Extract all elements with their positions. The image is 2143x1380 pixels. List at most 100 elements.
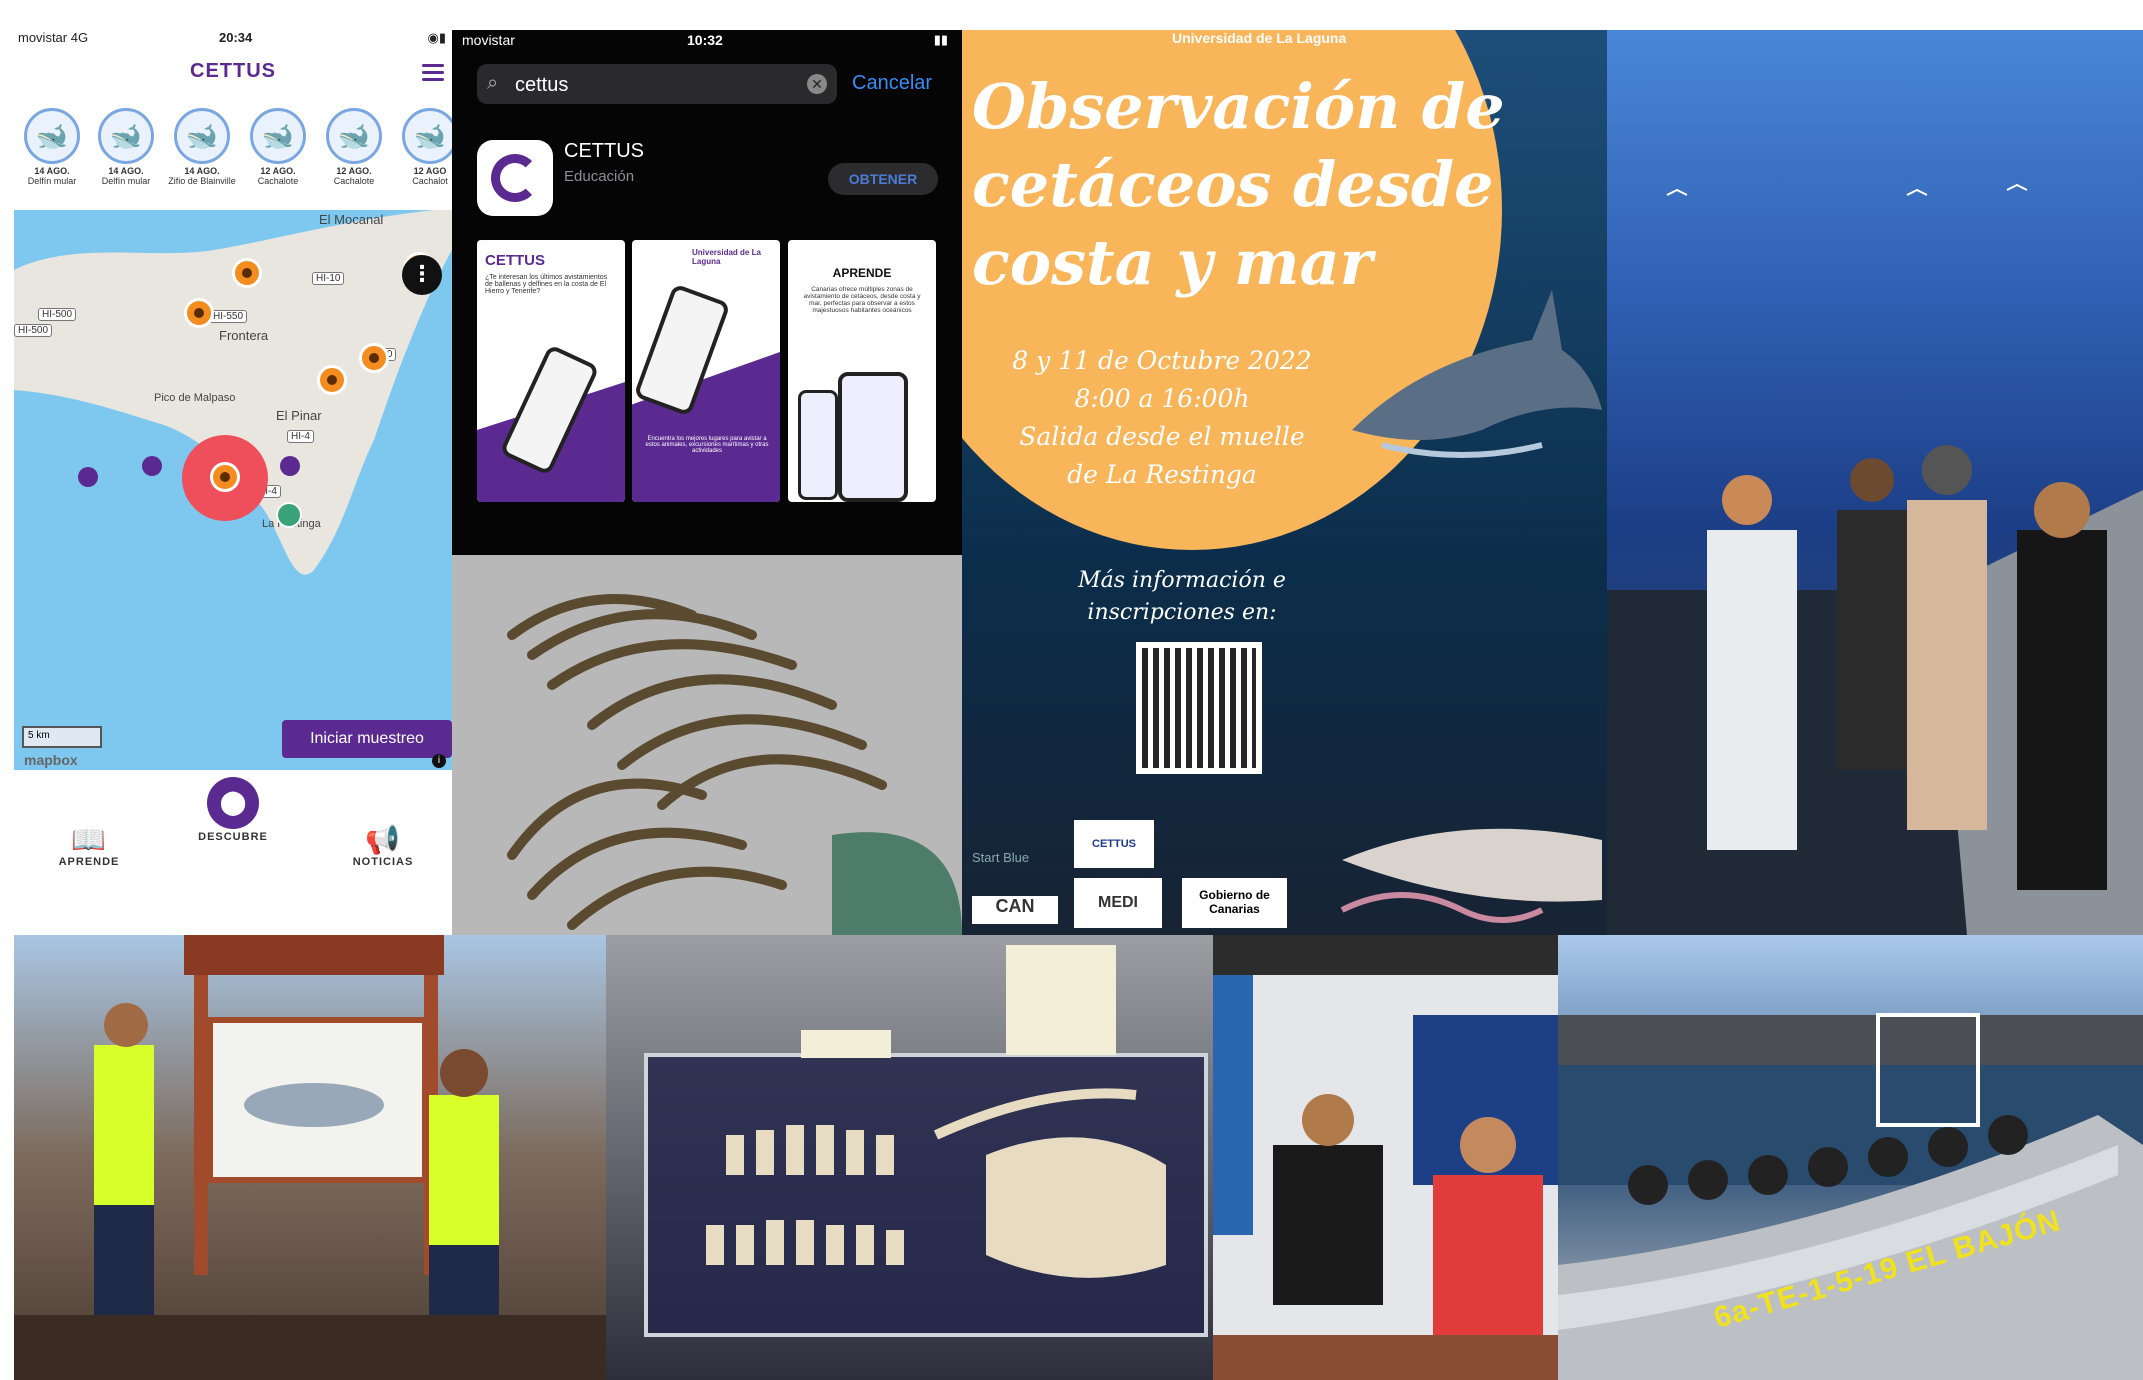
- carrier-label: movistar: [462, 32, 515, 48]
- headline-line: Observación de: [972, 70, 1505, 143]
- dolphin-image: [1352, 290, 1602, 458]
- event-date: 8 y 11 de Octubre 2022: [1012, 346, 1312, 375]
- sighting-card[interactable]: 🐋 12 AGO. Cachalote: [318, 108, 390, 186]
- clear-icon[interactable]: ✕: [807, 74, 827, 94]
- university-logo: Universidad de La Laguna: [692, 248, 761, 266]
- sighting-date: 14 AGO.: [184, 166, 220, 176]
- store-screenshot-1[interactable]: CETTUS ¿Te interesan los últimos avistam…: [477, 240, 625, 502]
- shot-text: Canarias ofrece múltiples zonas de avist…: [803, 286, 921, 314]
- sighting-species: Cachalot: [412, 176, 448, 186]
- sighting-species: Delfín mular: [101, 176, 151, 186]
- start-sampling-button[interactable]: Iniciar muestreo: [282, 720, 452, 758]
- search-icon: ⌕: [487, 72, 499, 94]
- poster-headline: Observación de cetáceos desde costa y ma…: [972, 68, 1505, 302]
- boat-observation-photo: [1607, 30, 2143, 935]
- app-store-screenshot: movistar 10:32 ▮▮ ⌕ cettus ✕ Cancelar CE…: [452, 30, 962, 555]
- sighting-pin[interactable]: [184, 298, 214, 328]
- store-screenshot-3[interactable]: APRENDE Canarias ofrece múltiples zonas …: [788, 240, 936, 502]
- search-input[interactable]: ⌕ cettus ✕: [477, 64, 837, 104]
- hamburger-menu-icon[interactable]: [422, 64, 444, 82]
- cancel-button[interactable]: Cancelar: [852, 72, 932, 95]
- port-marker-icon[interactable]: [276, 502, 302, 528]
- mapbox-attribution[interactable]: mapbox: [24, 752, 78, 768]
- shot-text: ¿Te interesan los últimos avistamientos …: [485, 274, 608, 295]
- sighting-pin[interactable]: [317, 365, 347, 395]
- info-icon[interactable]: i: [432, 754, 446, 768]
- sighting-date: 12 AGO.: [260, 166, 296, 176]
- road-label: HI-500: [14, 324, 53, 337]
- app-category: Educación: [564, 168, 635, 185]
- more-options-icon[interactable]: ⋮: [402, 255, 442, 295]
- search-value: cettus: [515, 74, 569, 96]
- qr-code[interactable]: [1136, 642, 1262, 774]
- tab-label: NOTICIAS: [352, 856, 414, 868]
- zodiac-boat-illustration: [1558, 1013, 2143, 1380]
- sighting-date: 12 AGO: [413, 166, 447, 176]
- whale-icon: 🐋: [174, 108, 230, 164]
- workers-sign-illustration: [14, 935, 606, 1380]
- survey-point[interactable]: [142, 456, 162, 476]
- headline-line: cetáceos desde: [972, 148, 1494, 221]
- sighting-card[interactable]: 🐋 12 AGO. Cachalote: [242, 108, 314, 186]
- sighting-card[interactable]: 🐋 14 AGO. Delfín mular: [90, 108, 162, 186]
- dive-shop-photo: [1213, 935, 1558, 1380]
- sighting-card[interactable]: 🐋 14 AGO. Delfín mular: [16, 108, 88, 186]
- whale-skeleton-display-photo: [606, 935, 1213, 1380]
- sponsor-logo-startblue: Start Blue: [972, 850, 1030, 865]
- shot-title: CETTUS: [485, 252, 545, 269]
- location-pin-icon[interactable]: ⬤: [207, 777, 259, 829]
- sponsor-logo-cettus: CETTUS: [1074, 820, 1154, 868]
- sighting-date: 14 AGO.: [108, 166, 144, 176]
- book-icon: 📖: [71, 824, 107, 855]
- event-poster: Universidad de La Laguna Observación de …: [962, 30, 1607, 935]
- cettus-app-screenshot: movistar 4G 20:34 ◉▮ CETTUS 🐋 14 AGO. De…: [14, 30, 452, 935]
- sighting-species: Cachalote: [333, 176, 375, 186]
- whale-icon: 🐋: [250, 108, 306, 164]
- app-name: CETTUS: [564, 140, 644, 162]
- tab-label: APRENDE: [58, 856, 120, 868]
- phone-mockup: [838, 372, 908, 502]
- map-view[interactable]: El Mocanal Frontera Pico de Malpaso El P…: [14, 210, 452, 770]
- university-logo: Universidad de La Laguna: [1172, 30, 1347, 46]
- sighting-pin[interactable]: [232, 258, 262, 288]
- skeleton-case-illustration: [644, 945, 1208, 1337]
- event-details: 8 y 11 de Octubre 2022 8:00 a 16:00h Sal…: [1002, 342, 1322, 494]
- phone-mockup: [798, 390, 838, 500]
- app-title: CETTUS: [190, 60, 276, 82]
- event-location: Salida desde el muelle: [1019, 422, 1305, 451]
- tab-label: DESCUBRE: [198, 831, 268, 843]
- store-screenshot-2[interactable]: Universidad de La Laguna Encuentra los m…: [632, 240, 780, 502]
- sighting-pin[interactable]: [210, 462, 240, 492]
- megaphone-icon: 📢: [365, 824, 401, 855]
- sighting-date: 12 AGO.: [336, 166, 372, 176]
- survey-point[interactable]: [280, 456, 300, 476]
- tab-noticias[interactable]: 📢 NOTICIAS: [328, 823, 438, 868]
- sighting-card[interactable]: 🐋 12 AGO Cachalot: [394, 108, 452, 186]
- get-button[interactable]: OBTENER: [828, 163, 938, 195]
- whale-icon: 🐋: [98, 108, 154, 164]
- map-label-frontera: Frontera: [219, 328, 269, 343]
- more-info-line: Más información e: [1078, 568, 1286, 593]
- ribs-illustration: [452, 555, 962, 935]
- more-info-text: Más información e inscripciones en:: [1032, 565, 1332, 629]
- survey-point[interactable]: [78, 467, 98, 487]
- sponsor-logo-medi: MEDI: [1074, 878, 1162, 928]
- whale-icon: 🐋: [326, 108, 382, 164]
- sighting-pin[interactable]: [359, 343, 389, 373]
- sighting-species: Cachalote: [257, 176, 299, 186]
- road-label: HI-550: [209, 310, 248, 323]
- info-sign-install-photo: [14, 935, 606, 1380]
- tab-aprende[interactable]: 📖 APRENDE: [34, 823, 144, 868]
- sponsor-logo-gobierno-canarias: Gobierno de Canarias: [1182, 878, 1287, 928]
- whale-ribs-photo: [452, 555, 962, 935]
- map-label-pico-de-malpaso: Pico de Malpaso: [154, 392, 236, 404]
- tab-descubre[interactable]: DESCUBRE: [178, 831, 288, 843]
- shot-text: Encuentra los mejores lugares para avist…: [645, 436, 769, 454]
- map-label-el-mocanal: El Mocanal: [319, 212, 384, 227]
- dive-shop-illustration: [1213, 935, 1558, 1380]
- cettus-app-icon[interactable]: [477, 140, 553, 216]
- sighting-card[interactable]: 🐋 14 AGO. Zifio de Blainville: [166, 108, 238, 186]
- bottom-tab-bar: 📖 APRENDE ⬤ DESCUBRE 📢 NOTICIAS: [14, 775, 452, 935]
- whale-icon: 🐋: [402, 108, 452, 164]
- battery-icon: ▮▮: [933, 32, 948, 47]
